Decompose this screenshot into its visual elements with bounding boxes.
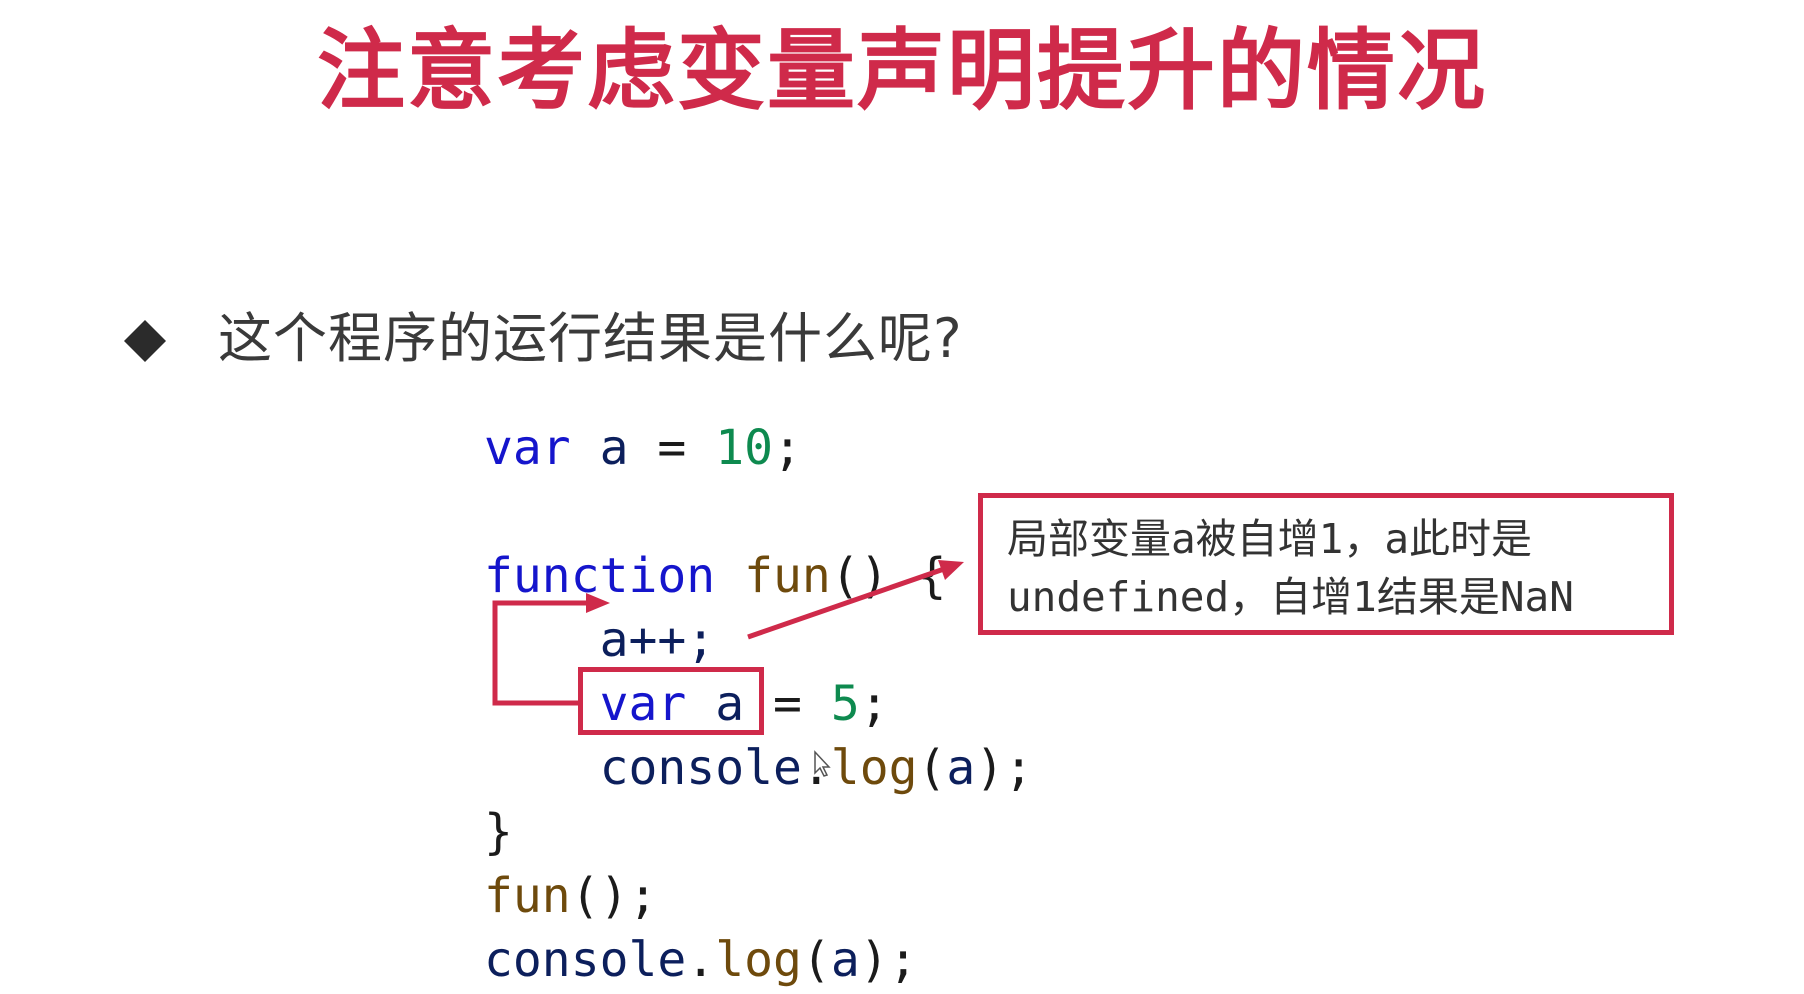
close-paren: ); <box>859 932 918 988</box>
code-line-4: a++; <box>484 608 1033 672</box>
object-name: console <box>484 932 687 988</box>
number-literal: 5 <box>830 676 860 732</box>
var-a-highlight-box <box>578 667 764 735</box>
operator: = <box>773 676 802 732</box>
close-paren: ); <box>975 740 1034 796</box>
semicolon: ; <box>859 676 889 732</box>
callout-line-2: undefined，自增1结果是NaN <box>1007 573 1574 621</box>
question-text: 这个程序的运行结果是什么呢? <box>218 307 963 370</box>
punctuation: (); <box>570 868 658 924</box>
code-line-6: console.log(a); <box>484 736 1034 800</box>
code-line-7: } <box>484 800 1033 864</box>
code-line-3: function fun() { <box>484 544 1033 608</box>
callout-line-1: 局部变量a被自增1，a此时是 <box>1007 515 1533 563</box>
semicolon: ; <box>773 420 802 476</box>
open-paren: ( <box>917 740 947 796</box>
diamond-bullet-icon <box>122 318 168 364</box>
closing-brace: } <box>484 804 513 860</box>
keyword: function <box>484 548 716 604</box>
code-line-9: console.log(a); <box>484 928 1033 992</box>
identifier: a <box>599 420 629 476</box>
punctuation: () { <box>830 548 947 604</box>
function-call: fun <box>484 868 571 924</box>
argument: a <box>946 740 976 796</box>
increment-statement: a++; <box>599 612 716 668</box>
function-name: fun <box>744 548 831 604</box>
argument: a <box>830 932 860 988</box>
code-line-1: var a = 10; <box>484 416 1033 480</box>
open-paren: ( <box>801 932 831 988</box>
dot: . <box>686 932 716 988</box>
number-literal: 10 <box>715 420 774 476</box>
dot: . <box>801 740 831 796</box>
method-name: log <box>830 740 918 796</box>
explanation-callout: 局部变量a被自增1，a此时是 undefined，自增1结果是NaN <box>978 493 1674 635</box>
method-name: log <box>715 932 802 988</box>
slide-title: 注意考虑变量声明提升的情况 <box>316 19 1487 122</box>
operator: = <box>657 420 687 476</box>
keyword: var <box>484 420 571 476</box>
code-line-8: fun(); <box>484 864 1033 928</box>
object-name: console <box>599 740 802 796</box>
